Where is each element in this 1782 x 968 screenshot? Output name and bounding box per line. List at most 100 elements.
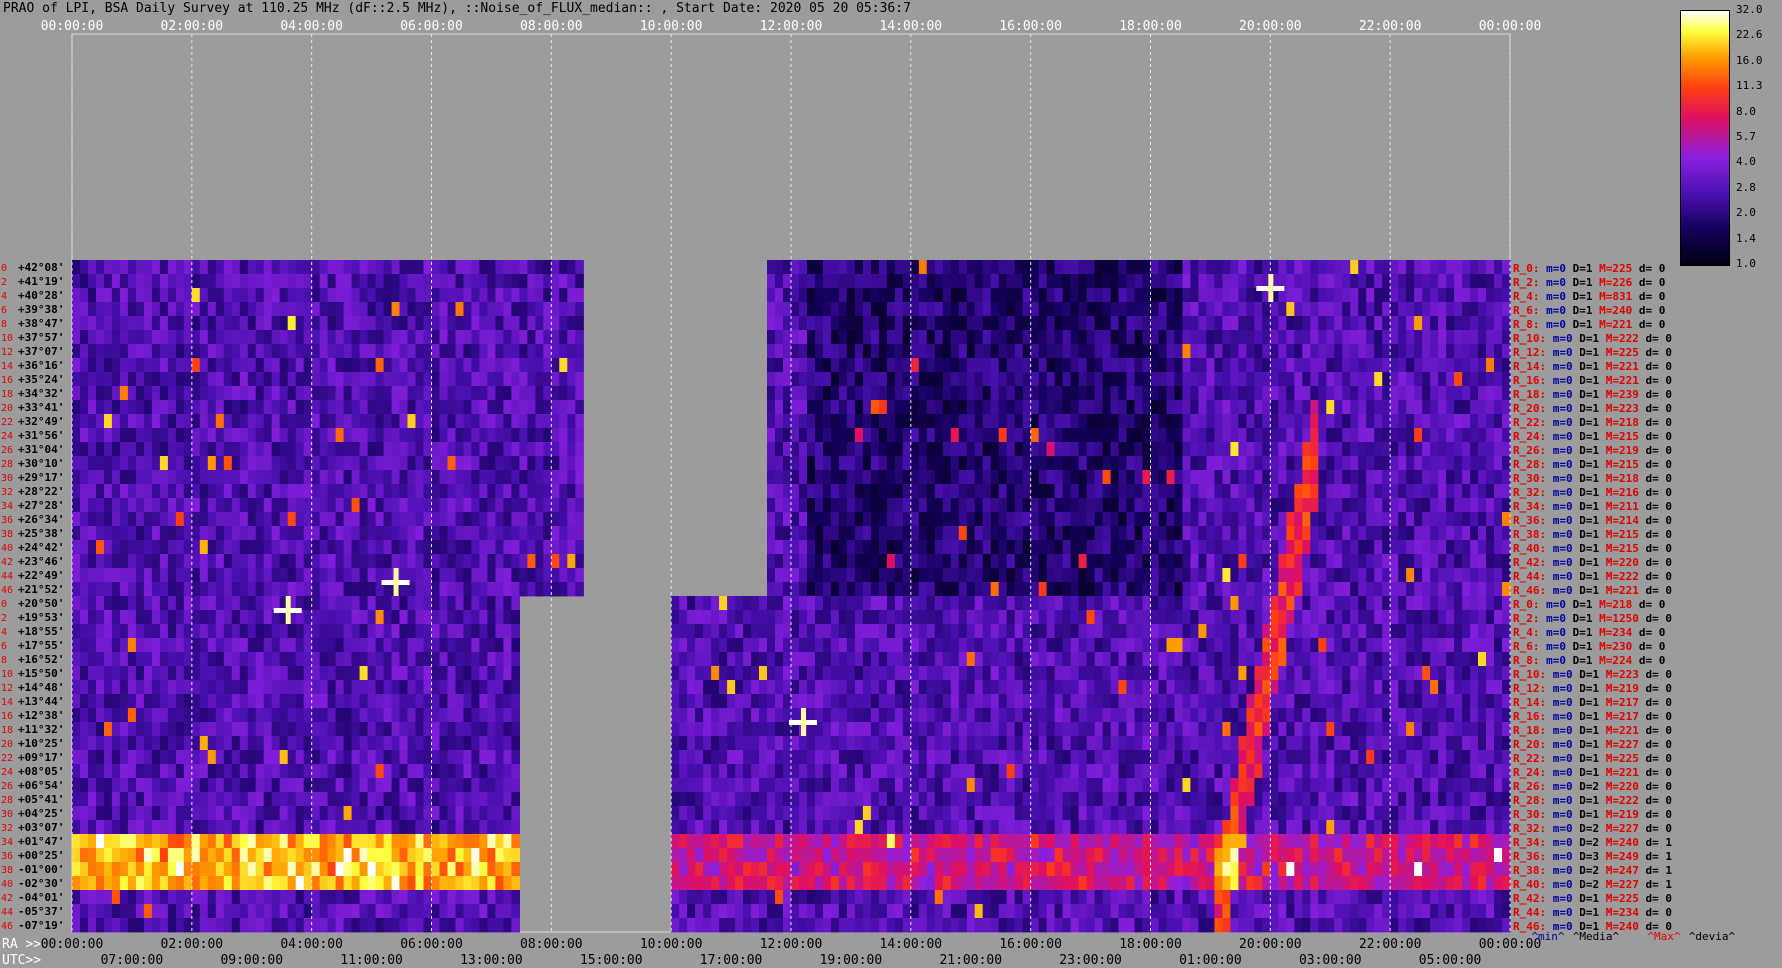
heatmap-cell xyxy=(159,582,169,597)
heatmap-cell xyxy=(1334,302,1343,317)
heatmap-cell xyxy=(1294,470,1303,485)
heatmap-cell xyxy=(455,428,465,443)
heatmap-cell xyxy=(1454,330,1463,345)
heatmap-cell xyxy=(551,568,560,583)
heatmap-cell xyxy=(958,484,968,499)
heatmap-cell xyxy=(1470,624,1479,639)
heatmap-cell xyxy=(1190,498,1199,513)
heatmap-cell xyxy=(159,512,169,527)
heatmap-cell xyxy=(1102,400,1112,415)
heatmap-cell xyxy=(1142,260,1152,275)
heatmap-cell xyxy=(1198,568,1207,583)
heatmap-cell xyxy=(998,540,1008,555)
heatmap-cell xyxy=(1214,554,1223,569)
heatmap-cell xyxy=(183,540,193,555)
heatmap-cell xyxy=(471,414,480,429)
heatmap-cell xyxy=(1078,526,1088,541)
heatmap-cell xyxy=(1238,554,1247,569)
heatmap-cell xyxy=(167,358,177,373)
heatmap-cell xyxy=(815,610,824,625)
heatmap-cell xyxy=(942,554,952,569)
heatmap-cell xyxy=(247,512,257,527)
heatmap-cell xyxy=(1398,344,1407,359)
heatmap-cell xyxy=(926,610,936,625)
heatmap-cell xyxy=(1102,344,1112,359)
heatmap-cell xyxy=(1294,596,1303,611)
heatmap-cell xyxy=(1254,428,1263,443)
heatmap-cell xyxy=(327,484,337,499)
heatmap-cell xyxy=(415,498,425,513)
heatmap-cell xyxy=(383,652,393,667)
heatmap-cell xyxy=(1270,666,1279,681)
heatmap-cell xyxy=(207,456,217,471)
heatmap-cell xyxy=(343,386,353,401)
heatmap-cell xyxy=(519,330,528,345)
heatmap-cell xyxy=(287,442,297,457)
heatmap-cell xyxy=(1182,540,1192,555)
heatmap-cell xyxy=(1134,260,1144,275)
heatmap-cell xyxy=(72,260,81,275)
heatmap-cell xyxy=(263,470,273,485)
heatmap-cell xyxy=(135,260,145,275)
heatmap-cell xyxy=(1206,442,1215,457)
heatmap-cell xyxy=(383,638,393,653)
heatmap-cell xyxy=(127,372,137,387)
heatmap-cell xyxy=(1486,610,1495,625)
heatmap-cell xyxy=(1142,554,1152,569)
heatmap-cell xyxy=(167,288,177,303)
heatmap-cell xyxy=(918,484,928,499)
heatmap-cell xyxy=(1414,400,1423,415)
heatmap-cell xyxy=(223,288,233,303)
heatmap-cell xyxy=(838,302,848,317)
heatmap-cell xyxy=(1142,344,1152,359)
heatmap-cell xyxy=(447,330,457,345)
heatmap-cell xyxy=(567,316,576,331)
heatmap-cell xyxy=(815,288,824,303)
heatmap-cell xyxy=(942,386,952,401)
heatmap-cell xyxy=(1254,680,1263,695)
heatmap-cell xyxy=(1374,624,1383,639)
heatmap-cell xyxy=(1102,330,1112,345)
heatmap-cell xyxy=(942,638,952,653)
heatmap-cell xyxy=(1094,512,1104,527)
heatmap-cell xyxy=(1198,358,1207,373)
heatmap-cell xyxy=(1182,652,1192,667)
heatmap-cell xyxy=(846,512,856,527)
heatmap-cell xyxy=(1190,400,1199,415)
heatmap-cell xyxy=(1118,358,1128,373)
heatmap-cell xyxy=(1342,386,1351,401)
heatmap-cell xyxy=(783,400,792,415)
heatmap-cell xyxy=(503,288,512,303)
heatmap-cell xyxy=(1302,442,1311,457)
heatmap-cell xyxy=(823,540,832,555)
heatmap-cell xyxy=(982,694,992,709)
heatmap-cell xyxy=(1030,610,1040,625)
heatmap-cell xyxy=(870,260,880,275)
heatmap-cell xyxy=(934,694,944,709)
heatmap-cell xyxy=(519,554,528,569)
heatmap-cell xyxy=(1398,512,1407,527)
heatmap-cell xyxy=(111,330,121,345)
heatmap-cell xyxy=(1166,540,1176,555)
heatmap-cell xyxy=(1286,582,1295,597)
heatmap-cell xyxy=(1358,470,1367,485)
heatmap-cell xyxy=(104,582,113,597)
heatmap-cell xyxy=(135,344,145,359)
heatmap-cell xyxy=(870,694,880,709)
heatmap-cell xyxy=(471,372,480,387)
heatmap-cell xyxy=(447,652,457,667)
heatmap-cell xyxy=(1318,358,1327,373)
heatmap-cell xyxy=(1046,274,1056,289)
heatmap-cell xyxy=(1318,400,1327,415)
heatmap-cell xyxy=(135,484,145,499)
heatmap-cell xyxy=(439,330,449,345)
heatmap-cell xyxy=(431,484,441,499)
heatmap-cell xyxy=(1110,330,1120,345)
heatmap-cell xyxy=(1062,358,1072,373)
heatmap-cell xyxy=(151,596,161,611)
heatmap-cell xyxy=(399,596,409,611)
heatmap-cell xyxy=(263,554,273,569)
heatmap-cell xyxy=(407,456,417,471)
heatmap-cell xyxy=(367,498,377,513)
heatmap-cell xyxy=(303,666,313,681)
